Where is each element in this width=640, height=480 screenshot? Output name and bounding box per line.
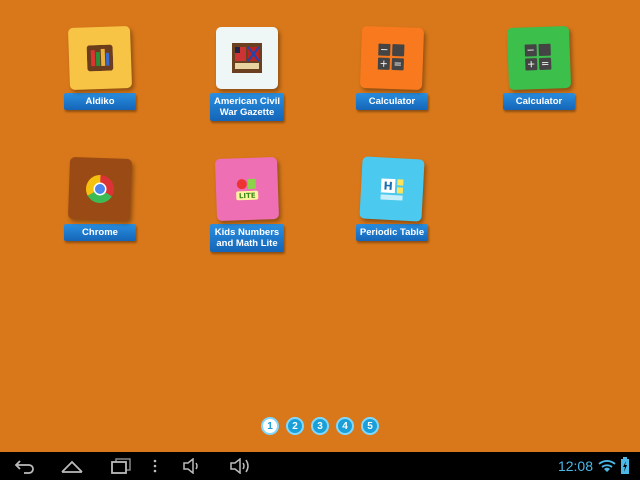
back-icon[interactable] [14, 458, 36, 474]
app-calculator-orange[interactable]: − + = Calculator [352, 25, 432, 110]
svg-text:−: − [526, 45, 535, 56]
calculator-icon: − + = [377, 43, 405, 71]
math-lite-icon: LITE [236, 178, 259, 201]
app-label: Kids Numbers and Math Lite [210, 224, 284, 252]
recent-apps-icon[interactable] [110, 458, 132, 474]
app-label: Calculator [503, 93, 575, 110]
app-label: Aldiko [64, 93, 136, 110]
svg-text:=: = [393, 59, 402, 70]
home-screen: Aldiko American Civil War Gazette − + = … [0, 0, 640, 452]
app-tile[interactable] [67, 25, 133, 91]
home-icon[interactable] [60, 458, 84, 474]
app-tile[interactable]: − + = [506, 25, 572, 91]
app-american-civil-war-gazette[interactable]: American Civil War Gazette [207, 27, 287, 121]
app-label: Calculator [356, 93, 428, 110]
battery-charging-icon[interactable] [620, 457, 630, 475]
app-tile[interactable] [216, 27, 278, 89]
svg-text:−: − [380, 45, 389, 56]
app-aldiko[interactable]: Aldiko [60, 25, 140, 110]
svg-text:LITE: LITE [239, 192, 256, 201]
chrome-icon [85, 175, 114, 203]
periodic-table-icon: H [380, 178, 404, 201]
app-label: Periodic Table [355, 224, 429, 241]
app-chrome[interactable]: Chrome [60, 156, 140, 241]
app-tile[interactable]: − + = [359, 25, 425, 91]
app-tile[interactable]: H [359, 156, 425, 222]
page-dot-2[interactable]: 2 [286, 417, 304, 435]
flags-icon [232, 43, 262, 73]
svg-text:+: + [379, 59, 388, 70]
svg-text:=: = [541, 59, 550, 70]
calculator-icon: − + = [524, 43, 552, 71]
wifi-icon[interactable] [598, 459, 616, 473]
status-clock[interactable]: 12:08 [558, 458, 593, 474]
page-dot-1[interactable]: 1 [261, 417, 279, 435]
app-calculator-green[interactable]: − + = Calculator [499, 25, 579, 110]
app-label: Chrome [64, 224, 136, 241]
volume-down-icon[interactable] [182, 458, 202, 474]
app-tile[interactable]: LITE [214, 156, 280, 222]
navigation-bar: 12:08 [0, 452, 640, 480]
app-tile[interactable] [67, 156, 133, 222]
app-kids-numbers-and-math-lite[interactable]: LITE Kids Numbers and Math Lite [207, 156, 287, 252]
page-dot-3[interactable]: 3 [311, 417, 329, 435]
page-dot-5[interactable]: 5 [361, 417, 379, 435]
svg-text:H: H [383, 180, 393, 193]
app-label: American Civil War Gazette [210, 93, 284, 121]
page-dot-4[interactable]: 4 [336, 417, 354, 435]
menu-icon[interactable] [152, 458, 158, 474]
page-indicator: 1 2 3 4 5 [0, 417, 640, 435]
svg-text:+: + [527, 59, 536, 70]
books-icon [86, 44, 114, 72]
volume-up-icon[interactable] [229, 458, 251, 474]
app-periodic-table[interactable]: H Periodic Table [352, 156, 432, 241]
